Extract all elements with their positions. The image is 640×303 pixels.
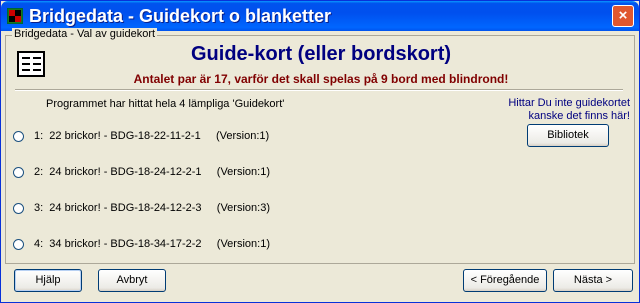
group-label: Bridgedata - Val av guidekort bbox=[12, 28, 158, 40]
option-3[interactable]: 3: 24 brickor! - BDG-18-24-12-2-3 (Versi… bbox=[13, 200, 270, 216]
found-count-text: Programmet har hittat hela 4 lämpliga 'G… bbox=[46, 98, 285, 110]
dialog-window: Bridgedata - Guidekort o blanketter × Br… bbox=[0, 0, 640, 303]
option-4[interactable]: 4: 34 brickor! - BDG-18-34-17-2-2 (Versi… bbox=[13, 236, 270, 252]
option-1-label: 1: 22 brickor! - BDG-18-22-11-2-1 (Versi… bbox=[34, 130, 270, 142]
next-button[interactable]: Nästa > bbox=[553, 269, 633, 292]
library-hint: Hittar Du inte guidekortet kanske det fi… bbox=[474, 97, 630, 123]
help-button[interactable]: Hjälp bbox=[14, 269, 82, 292]
option-3-radio[interactable] bbox=[13, 202, 24, 214]
option-1[interactable]: 1: 22 brickor! - BDG-18-22-11-2-1 (Versi… bbox=[13, 128, 269, 144]
title-bar[interactable]: Bridgedata - Guidekort o blanketter × bbox=[1, 1, 639, 31]
option-2-radio[interactable] bbox=[13, 166, 24, 178]
library-hint-line2: kanske det finns här! bbox=[528, 110, 630, 122]
close-button[interactable]: × bbox=[612, 5, 634, 27]
option-4-radio[interactable] bbox=[13, 238, 24, 250]
page-heading: Guide-kort (eller bordskort) bbox=[190, 43, 452, 65]
library-button[interactable]: Bibliotek bbox=[527, 124, 609, 147]
close-icon: × bbox=[618, 7, 628, 24]
option-1-radio[interactable] bbox=[13, 130, 24, 142]
cancel-button[interactable]: Avbryt bbox=[98, 269, 166, 292]
option-3-label: 3: 24 brickor! - BDG-18-24-12-2-3 (Versi… bbox=[34, 202, 270, 214]
previous-button[interactable]: < Föregående bbox=[463, 269, 547, 292]
option-2-label: 2: 24 brickor! - BDG-18-24-12-2-1 (Versi… bbox=[34, 166, 270, 178]
divider bbox=[15, 89, 623, 91]
table-count-notice: Antalet par är 17, varför det skall spel… bbox=[133, 72, 509, 86]
option-2[interactable]: 2: 24 brickor! - BDG-18-24-12-2-1 (Versi… bbox=[13, 164, 270, 180]
bridgedata-app-icon bbox=[7, 8, 23, 24]
option-4-label: 4: 34 brickor! - BDG-18-34-17-2-2 (Versi… bbox=[34, 238, 270, 250]
library-hint-line1: Hittar Du inte guidekortet bbox=[508, 97, 630, 109]
window-title: Bridgedata - Guidekort o blanketter bbox=[29, 6, 332, 26]
guidekort-group: Bridgedata - Val av guidekort Guide-kort… bbox=[5, 28, 635, 264]
